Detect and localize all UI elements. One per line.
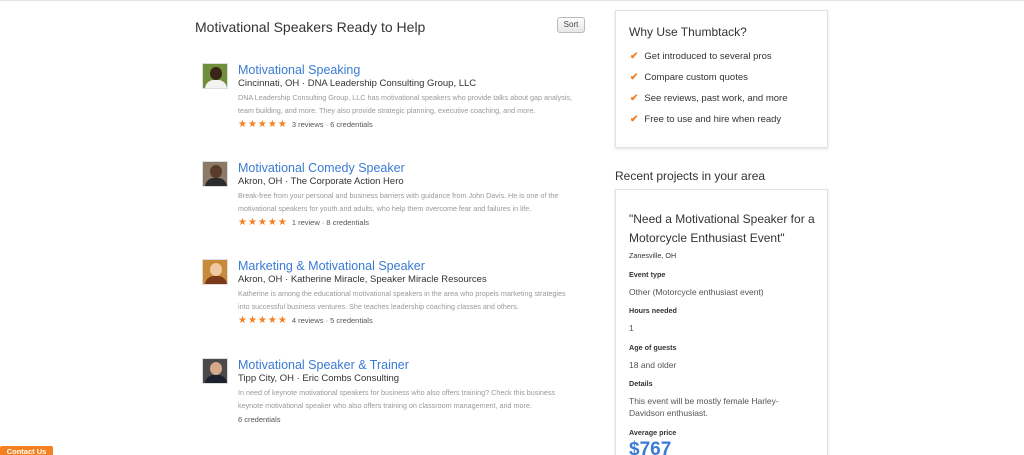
average-price-value: $767 [629, 439, 672, 455]
event-type-value: Other (Motorcycle enthusiast event) [629, 287, 764, 297]
project-location: Zanesville, OH [629, 251, 677, 260]
average-price-label: Average price [629, 428, 677, 437]
pro-reviews-credentials[interactable]: 3 reviews · 6 credentials [292, 120, 373, 129]
pro-company: Katherine Miracle, Speaker Miracle Resou… [290, 274, 487, 285]
pro-location-company: Cincinnati, OH · DNA Leadership Consulti… [238, 78, 477, 89]
pro-location-company: Akron, OH · The Corporate Action Hero [238, 176, 404, 187]
top-divider [0, 0, 1024, 1]
event-type-label: Event type [629, 270, 666, 279]
pro-company: Eric Combs Consulting [302, 373, 400, 384]
pro-description: In need of keynote motivational speakers… [238, 388, 556, 410]
sort-button[interactable]: Sort [557, 17, 585, 33]
pro-reviews-credentials[interactable]: 6 credentials [238, 415, 281, 424]
page-title: Motivational Speakers Ready to Help [195, 19, 426, 35]
pro-description: Katherine is among the educational motiv… [238, 289, 566, 311]
pro-location: Tipp City, OH [238, 373, 294, 384]
checkmark-icon: ✔ [630, 51, 639, 62]
pro-location-company: Tipp City, OH · Eric Combs Consulting [238, 373, 400, 384]
list-item: ✔ Compare custom quotes [630, 72, 748, 83]
contact-us-button[interactable]: Contact Us [0, 446, 53, 455]
details-label: Details [629, 379, 653, 388]
age-of-guests-label: Age of guests [629, 343, 677, 352]
details-value: This event will be mostly female Harley-… [629, 396, 779, 418]
pro-meta: ★★★★★ 1 review · 8 credentials [238, 217, 578, 229]
avatar[interactable] [202, 358, 228, 384]
list-item: ✔ See reviews, past work, and more [630, 93, 788, 104]
pro-company: DNA Leadership Consulting Group, LLC [307, 78, 477, 89]
pro-meta: 6 credentials [238, 414, 578, 426]
avatar[interactable] [202, 161, 228, 187]
pro-title-link[interactable]: Motivational Speaking [238, 63, 578, 78]
recent-project-card: "Need a Motivational Speaker for a Motor… [615, 189, 828, 455]
pro-meta: ★★★★★ 3 reviews · 6 credentials [238, 119, 578, 131]
pro-title-link[interactable]: Motivational Speaker & Trainer [238, 358, 578, 373]
avatar[interactable] [202, 63, 228, 89]
why-use-list: ✔ Get introduced to several pros ✔ Compare… [630, 51, 787, 135]
age-of-guests-value: 18 and older [629, 360, 677, 370]
why-use-card: Why Use Thumbtack? ✔ Get introduced to se… [615, 10, 828, 148]
list-item: ✔ Get introduced to several pros [630, 51, 772, 62]
recent-projects-title: Recent projects in your area [615, 169, 766, 183]
why-use-title: Why Use Thumbtack? [629, 25, 747, 39]
checkmark-icon: ✔ [630, 72, 639, 83]
pro-location: Akron, OH [238, 176, 283, 187]
pro-description: Break-free from your personal and busine… [238, 191, 559, 213]
pro-description: DNA Leadership Consulting Group, LLC has… [238, 93, 573, 115]
pro-location: Cincinnati, OH [238, 78, 300, 89]
project-quote: "Need a Motivational Speaker for a Motor… [629, 212, 815, 245]
pro-title-link[interactable]: Marketing & Motivational Speaker [238, 259, 578, 274]
star-rating-icon: ★★★★★ [238, 118, 288, 130]
pro-title-link[interactable]: Motivational Comedy Speaker [238, 161, 578, 176]
hours-needed-label: Hours needed [629, 306, 677, 315]
hours-needed-value: 1 [629, 323, 634, 333]
pro-location: Akron, OH [238, 274, 283, 285]
pro-meta: ★★★★★ 4 reviews · 5 credentials [238, 315, 578, 327]
list-item: ✔ Free to use and hire when ready [630, 114, 782, 125]
pro-company: The Corporate Action Hero [290, 176, 404, 187]
star-rating-icon: ★★★★★ [238, 314, 288, 326]
pro-reviews-credentials[interactable]: 4 reviews · 5 credentials [292, 316, 373, 325]
checkmark-icon: ✔ [630, 93, 639, 104]
pro-reviews-credentials[interactable]: 1 review · 8 credentials [292, 218, 369, 227]
checkmark-icon: ✔ [630, 114, 639, 125]
star-rating-icon: ★★★★★ [238, 216, 288, 228]
pro-location-company: Akron, OH · Katherine Miracle, Speaker M… [238, 274, 487, 285]
avatar[interactable] [202, 259, 228, 285]
